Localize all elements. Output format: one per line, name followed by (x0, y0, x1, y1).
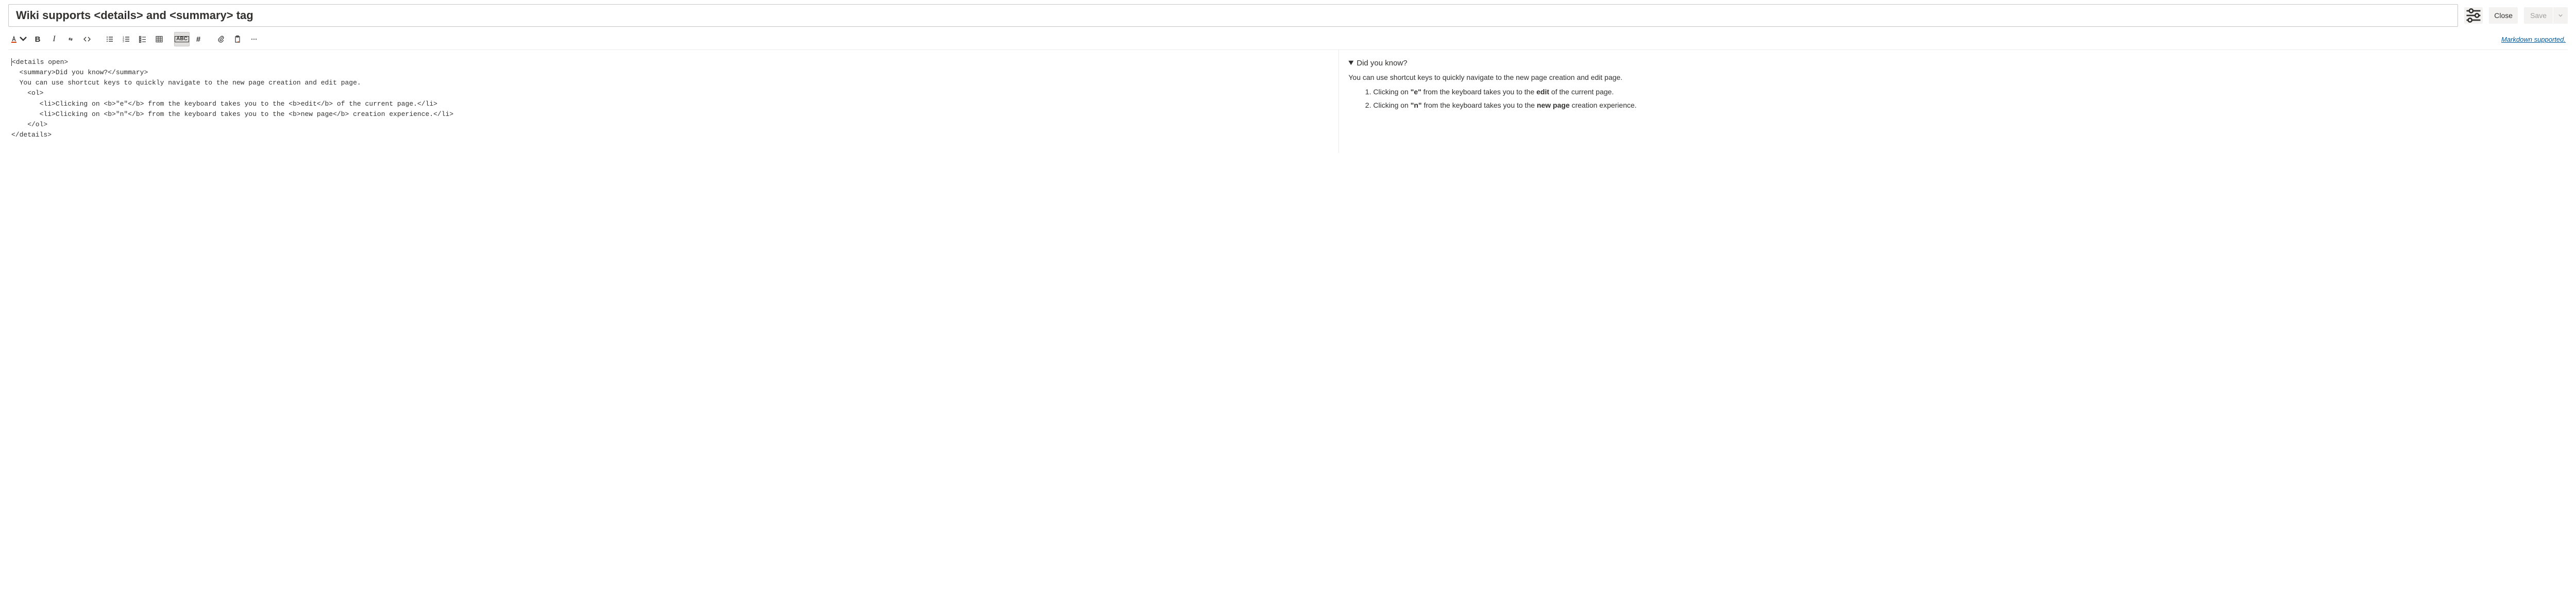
view-options-button[interactable] (2464, 7, 2483, 24)
attachment-button[interactable] (213, 32, 229, 46)
preview-pane: Did you know? You can use shortcut keys … (1339, 50, 2568, 153)
paste-button[interactable] (230, 32, 245, 46)
clipboard-icon (233, 35, 242, 43)
split-pane: <details open> <summary>Did you know?</s… (8, 50, 2568, 153)
code-icon (83, 35, 91, 43)
preview-details[interactable]: Did you know? You can use shortcut keys … (1348, 57, 2558, 111)
close-button[interactable]: Close (2489, 7, 2518, 24)
more-button[interactable] (246, 32, 262, 46)
preview-list: Clicking on "e" from the keyboard takes … (1348, 87, 2558, 111)
markdown-editor[interactable]: <details open> <summary>Did you know?</s… (8, 50, 1339, 153)
paperclip-icon (217, 35, 225, 43)
list-item: Clicking on "e" from the keyboard takes … (1373, 87, 2558, 98)
checklist-icon (139, 35, 147, 43)
header-hash-button[interactable]: # (191, 32, 206, 46)
bullet-list-button[interactable] (102, 32, 117, 46)
preview-intro: You can use shortcut keys to quickly nav… (1348, 72, 2558, 83)
sliders-icon (2464, 6, 2483, 25)
chevron-down-icon (19, 35, 27, 43)
bold-button[interactable]: B (30, 32, 45, 46)
numbered-list-button[interactable]: 1 2 3 (118, 32, 134, 46)
header-row: Close Save (8, 4, 2568, 27)
link-icon (66, 35, 75, 43)
save-dropdown-button[interactable] (2553, 7, 2568, 24)
chevron-down-icon (2558, 13, 2563, 18)
font-color-icon (10, 35, 18, 43)
more-horizontal-icon (250, 35, 258, 43)
preview-summary[interactable]: Did you know? (1348, 57, 2558, 69)
code-button[interactable] (79, 32, 95, 46)
list-item: Clicking on "n" from the keyboard takes … (1373, 100, 2558, 111)
checklist-button[interactable] (135, 32, 150, 46)
italic-icon: I (53, 35, 55, 44)
save-split-button: Save (2524, 7, 2568, 24)
editor-content: <details open> <summary>Did you know?</s… (11, 58, 453, 139)
save-button[interactable]: Save (2524, 7, 2553, 24)
formatting-toolbar: B I 1 2 3 (8, 30, 2568, 50)
link-button[interactable] (63, 32, 78, 46)
table-icon (155, 35, 163, 43)
numbered-list-icon: 1 2 3 (122, 35, 130, 43)
abc-icon: ABC (175, 36, 189, 42)
bullet-list-icon (106, 35, 114, 43)
mention-abc-button[interactable]: ABC (174, 32, 190, 46)
markdown-supported-link[interactable]: Markdown supported. (2501, 36, 2568, 43)
table-button[interactable] (151, 32, 167, 46)
hash-icon: # (196, 35, 200, 44)
svg-text:3: 3 (123, 40, 124, 43)
page-title-input[interactable] (8, 4, 2458, 27)
font-color-button[interactable] (8, 32, 29, 46)
bold-icon: B (35, 35, 41, 44)
italic-button[interactable]: I (46, 32, 62, 46)
